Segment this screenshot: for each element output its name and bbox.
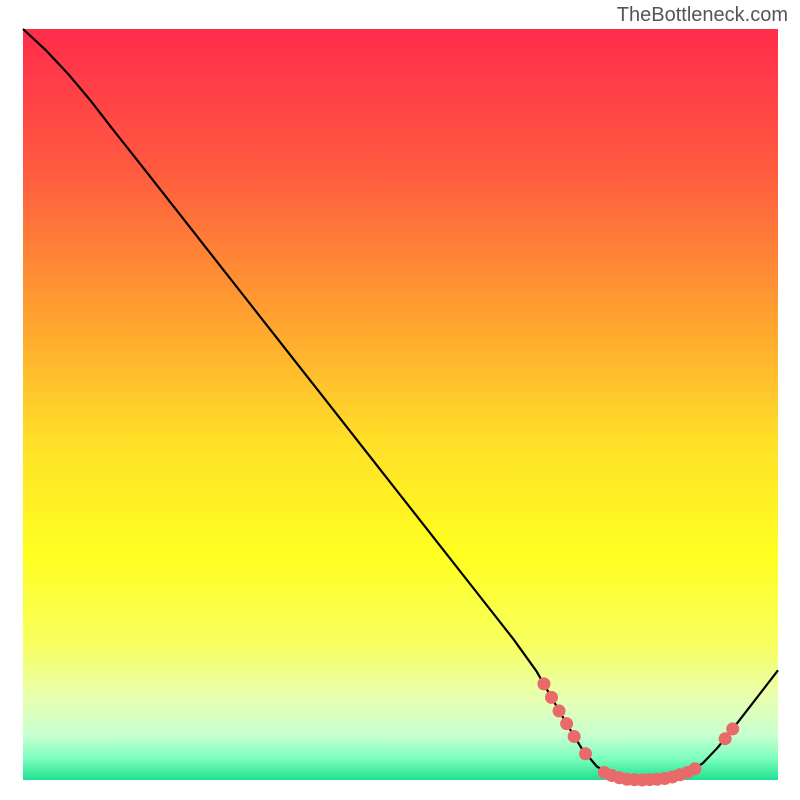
marker-point — [688, 762, 701, 775]
marker-point — [726, 722, 739, 735]
marker-point — [568, 730, 581, 743]
gradient-background — [23, 29, 778, 780]
marker-point — [560, 717, 573, 730]
attribution-text: TheBottleneck.com — [617, 4, 788, 27]
marker-point — [579, 747, 592, 760]
chart-container: TheBottleneck.com — [0, 0, 800, 800]
marker-point — [553, 704, 566, 717]
marker-point — [537, 677, 550, 690]
bottleneck-chart — [0, 0, 800, 800]
marker-point — [545, 691, 558, 704]
